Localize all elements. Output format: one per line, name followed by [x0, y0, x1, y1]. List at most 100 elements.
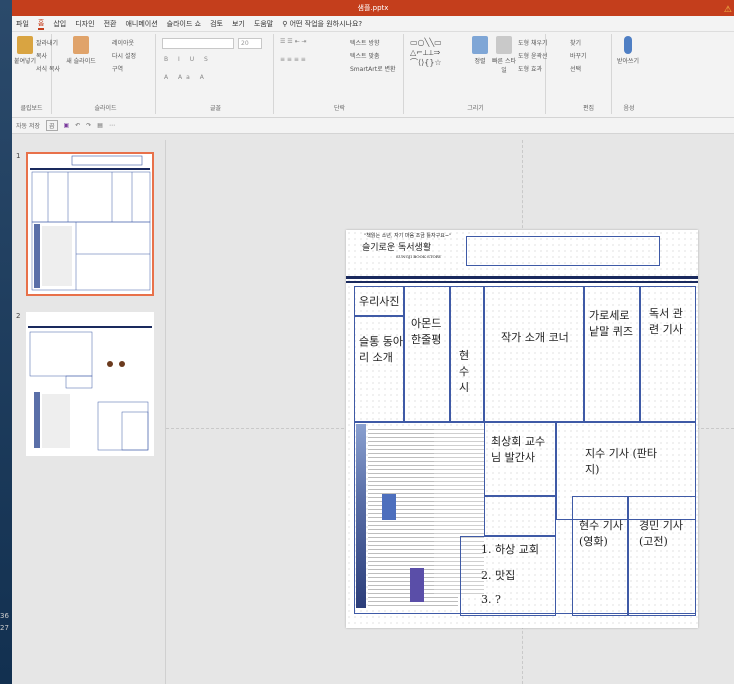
desktop-edge: 36 27: [0, 0, 12, 684]
microphone-icon: [624, 36, 632, 54]
cell-poem[interactable]: 현수 시: [450, 286, 484, 422]
tab-file[interactable]: 파일: [16, 19, 29, 29]
cell-list[interactable]: 1. 하상 교회 2. 맛집 3. ?: [460, 536, 556, 616]
arrange-button[interactable]: 정렬: [468, 36, 492, 65]
paste-label: 붙여넣기: [13, 58, 37, 65]
warning-icon[interactable]: ⚠: [724, 2, 732, 18]
ribbon-tabs: 파일 홈 삽입 디자인 전환 애니메이션 슬라이드 쇼 검토 보기 도움말 ⚲ …: [12, 16, 734, 32]
cell-professor[interactable]: 최상회 교수님 발간사: [484, 422, 556, 496]
quick-styles-label: 빠른 스타일: [492, 58, 516, 74]
customize-icon[interactable]: ⋯: [109, 122, 115, 129]
cell-hyunsu-article[interactable]: 현수 기사 (영화): [572, 496, 628, 616]
find-button[interactable]: 찾기: [570, 38, 581, 47]
select-button[interactable]: 선택: [570, 64, 581, 73]
tab-help[interactable]: 도움말: [254, 19, 273, 29]
cell-kyungmin-text: 경민 기사 (고전): [639, 519, 683, 548]
clipboard-group: 붙여넣기 잘라내기 복사 서식 복사 클립보드: [12, 34, 60, 114]
tab-home[interactable]: 홈: [37, 18, 45, 30]
arrange-icon: [472, 36, 488, 54]
smartart-button[interactable]: SmartArt로 변환: [350, 64, 396, 73]
text-direction-button[interactable]: 텍스트 방향: [350, 38, 380, 47]
tab-insert[interactable]: 삽입: [53, 19, 66, 29]
cell-crossword[interactable]: 가로세로 낱말 퀴즈: [584, 286, 640, 422]
header-rule: [346, 281, 698, 283]
group-label: 클립보드: [20, 105, 43, 112]
slides-group: 새 슬라이드 레이아웃 다시 설정 구역 슬라이드: [56, 34, 156, 114]
group-label: 슬라이드: [94, 105, 117, 112]
editing-group: 찾기 바꾸기 선택 편집: [566, 34, 612, 114]
dictate-button[interactable]: 받아쓰기: [616, 36, 640, 65]
align-text-button[interactable]: 텍스트 맞춤: [350, 51, 380, 60]
cell-hyunsu-article-text: 현수 기사 (영화): [579, 519, 623, 548]
copy-button[interactable]: 복사: [36, 51, 47, 60]
tab-view[interactable]: 보기: [232, 19, 245, 29]
autosave-label: 자동 저장: [16, 123, 40, 130]
shape-fill-button[interactable]: 도형 채우기: [518, 38, 548, 47]
arrange-label: 정렬: [474, 58, 486, 65]
header-rule: [346, 276, 698, 279]
list-buttons[interactable]: ☰ ☰ ⇤ ⇥: [280, 38, 307, 45]
undo-icon[interactable]: ↶: [75, 122, 80, 129]
shapes-gallery[interactable]: ▭○╲╲▭ △⌐⟂⟂⇒ ⌒⟨⟩{}☆: [410, 38, 442, 68]
slide-thumbnail-2[interactable]: [26, 312, 154, 456]
replace-button[interactable]: 바꾸기: [570, 51, 587, 60]
tab-design[interactable]: 디자인: [75, 19, 94, 29]
cell-review-text: 아몬드 한줄평: [411, 317, 442, 346]
thumbnail-number: 1: [16, 152, 21, 160]
font-size-box[interactable]: 20: [238, 38, 262, 49]
layout-button[interactable]: 레이아웃: [112, 38, 134, 47]
tab-slideshow[interactable]: 슬라이드 쇼: [167, 19, 201, 29]
edge-number: 36: [0, 612, 9, 620]
logo-subtitle: SUNGJI BOOK STORY: [396, 254, 442, 259]
align-buttons[interactable]: ≡ ≡ ≡ ≡: [280, 56, 306, 63]
present-icon[interactable]: ▤: [97, 122, 103, 129]
reset-button[interactable]: 다시 설정: [112, 51, 136, 60]
font-name-box[interactable]: [162, 38, 234, 49]
tab-transitions[interactable]: 전환: [104, 19, 117, 29]
cell-club-intro[interactable]: 슬통 동아리 소개: [354, 316, 404, 422]
cell-reading-news[interactable]: 독서 관련 기사: [640, 286, 696, 422]
tab-review[interactable]: 검토: [210, 19, 223, 29]
slide-thumbnail-1[interactable]: [26, 152, 154, 296]
cell-kyungmin[interactable]: 경민 기사 (고전): [628, 496, 696, 616]
magazine-spine-image: [356, 424, 366, 608]
font-color-buttons[interactable]: A Aa A: [164, 74, 208, 81]
book-cover-image: [382, 494, 396, 520]
paste-button[interactable]: 붙여넣기: [13, 36, 37, 65]
current-slide[interactable]: "책읽는 소년, 자기 마음 조금 틀자구요~" 슬기로운 독서생활 SUNGJ…: [346, 230, 698, 628]
cell-review[interactable]: 아몬드 한줄평: [404, 286, 450, 422]
header-textbox[interactable]: [466, 236, 660, 266]
font-group: 20 B I U S A Aa A 글꼴: [158, 34, 274, 114]
list-item: 3. ?: [481, 593, 501, 606]
new-slide-icon: [73, 36, 89, 54]
autosave-toggle[interactable]: 끔: [46, 120, 58, 131]
tell-me-box[interactable]: ⚲ 어떤 작업을 원하시나요?: [282, 19, 362, 29]
slide-editing-area[interactable]: "책읽는 소년, 자기 마음 조금 틀자구요~" 슬기로운 독서생활 SUNGJ…: [166, 140, 734, 684]
new-slide-label: 새 슬라이드: [66, 58, 96, 65]
quick-styles-button[interactable]: 빠른 스타일: [492, 36, 516, 74]
drawing-group: ▭○╲╲▭ △⌐⟂⟂⇒ ⌒⟨⟩{}☆ 정렬 빠른 스타일 도형 채우기 도형 윤곽선…: [406, 34, 548, 114]
cell-poem-text: 현수 시: [459, 349, 470, 394]
tell-me-text: 어떤 작업을 원하시나요?: [289, 19, 363, 28]
window-title: 샘플.pptx: [357, 4, 389, 12]
edge-number: 27: [0, 624, 9, 632]
section-button[interactable]: 구역: [112, 64, 123, 73]
cell-club-intro-text: 슬통 동아리 소개: [359, 335, 403, 364]
save-icon[interactable]: ▣: [64, 122, 70, 129]
new-slide-button[interactable]: 새 슬라이드: [66, 36, 96, 65]
redo-icon[interactable]: ↷: [86, 122, 91, 129]
cell-photo[interactable]: 우리사진: [354, 286, 404, 316]
tab-animations[interactable]: 애니메이션: [125, 19, 157, 29]
dictate-label: 받아쓰기: [616, 58, 640, 65]
cell-professor-text: 최상회 교수님 발간사: [491, 435, 546, 464]
slide-thumbnails-pane: 1 2: [12, 140, 166, 684]
quick-styles-icon: [496, 36, 512, 54]
shape-effects-button[interactable]: 도형 효과: [518, 64, 542, 73]
font-format-buttons[interactable]: B I U S: [164, 56, 212, 63]
shape-outline-button[interactable]: 도형 윤곽선: [518, 51, 548, 60]
slide-1-preview: [30, 155, 151, 291]
cell-blank[interactable]: [484, 496, 556, 536]
cell-reading-news-text: 독서 관련 기사: [649, 307, 683, 336]
cell-author[interactable]: 작가 소개 코너: [484, 286, 584, 422]
cut-button[interactable]: 잘라내기: [36, 38, 58, 47]
